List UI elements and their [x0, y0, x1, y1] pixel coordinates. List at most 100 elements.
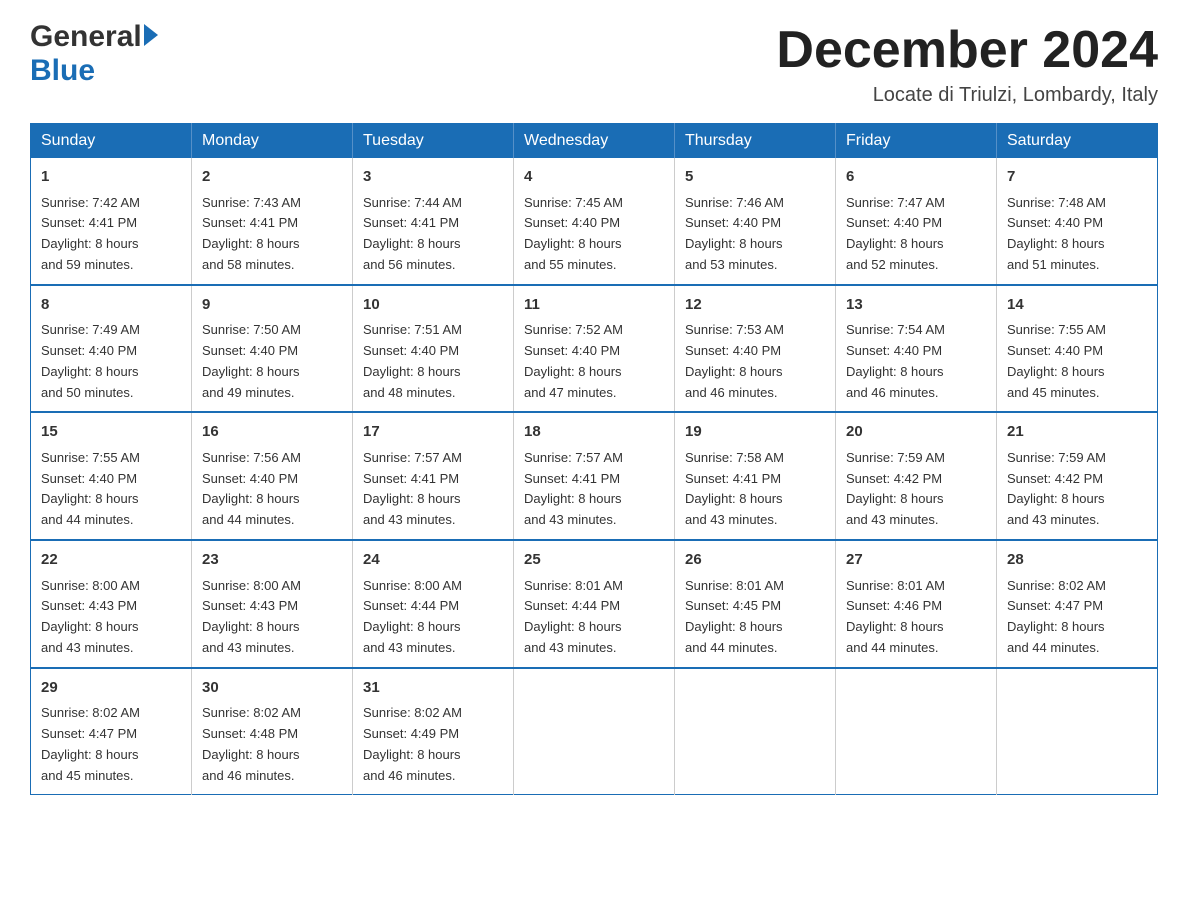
- day-info: Sunrise: 7:45 AMSunset: 4:40 PMDaylight:…: [524, 193, 664, 276]
- calendar-cell: 26Sunrise: 8:01 AMSunset: 4:45 PMDayligh…: [675, 540, 836, 668]
- day-number: 25: [524, 549, 664, 572]
- day-number: 3: [363, 166, 503, 189]
- title-section: December 2024 Locate di Triulzi, Lombard…: [776, 20, 1158, 107]
- calendar-cell: 1 Sunrise: 7:42 AMSunset: 4:41 PMDaylight…: [31, 158, 192, 285]
- calendar-cell: 21 Sunrise: 7:59 AMSunset: 4:42 PMDayligh…: [997, 412, 1158, 540]
- day-number: 29: [41, 677, 181, 700]
- calendar-week-row: 29 Sunrise: 8:02 AMSunset: 4:47 PMDayligh…: [31, 668, 1158, 795]
- calendar-week-row: 8 Sunrise: 7:49 AMSunset: 4:40 PMDaylight…: [31, 285, 1158, 413]
- day-info: Sunrise: 8:01 AMSunset: 4:46 PMDaylight:…: [846, 576, 986, 659]
- calendar-cell: 22 Sunrise: 8:00 AMSunset: 4:43 PMDayligh…: [31, 540, 192, 668]
- day-info: Sunrise: 7:57 AMSunset: 4:41 PMDaylight:…: [363, 448, 503, 531]
- day-info: Sunrise: 8:02 AMSunset: 4:48 PMDaylight:…: [202, 703, 342, 786]
- day-number: 30: [202, 677, 342, 700]
- day-number: 17: [363, 421, 503, 444]
- day-number: 7: [1007, 166, 1147, 189]
- day-info: Sunrise: 7:43 AMSunset: 4:41 PMDaylight:…: [202, 193, 342, 276]
- day-info: Sunrise: 7:49 AMSunset: 4:40 PMDaylight:…: [41, 320, 181, 403]
- calendar-table: SundayMondayTuesdayWednesdayThursdayFrid…: [30, 123, 1158, 795]
- logo-general-text: General: [30, 20, 142, 54]
- day-number: 28: [1007, 549, 1147, 572]
- calendar-cell: 27 Sunrise: 8:01 AMSunset: 4:46 PMDayligh…: [836, 540, 997, 668]
- day-number: 22: [41, 549, 181, 572]
- calendar-cell: 4 Sunrise: 7:45 AMSunset: 4:40 PMDaylight…: [514, 158, 675, 285]
- day-info: Sunrise: 7:56 AMSunset: 4:40 PMDaylight:…: [202, 448, 342, 531]
- calendar-cell: 8 Sunrise: 7:49 AMSunset: 4:40 PMDaylight…: [31, 285, 192, 413]
- day-info: Sunrise: 7:52 AMSunset: 4:40 PMDaylight:…: [524, 320, 664, 403]
- header-saturday: Saturday: [997, 124, 1158, 159]
- day-info: Sunrise: 7:42 AMSunset: 4:41 PMDaylight:…: [41, 193, 181, 276]
- header-wednesday: Wednesday: [514, 124, 675, 159]
- logo-blue-text: Blue: [30, 54, 95, 88]
- month-title: December 2024: [776, 20, 1158, 80]
- day-info: Sunrise: 7:59 AMSunset: 4:42 PMDaylight:…: [846, 448, 986, 531]
- day-info: Sunrise: 7:50 AMSunset: 4:40 PMDaylight:…: [202, 320, 342, 403]
- logo-triangle-icon: [144, 24, 158, 46]
- day-info: Sunrise: 8:02 AMSunset: 4:47 PMDaylight:…: [1007, 576, 1147, 659]
- day-number: 23: [202, 549, 342, 572]
- calendar-week-row: 1 Sunrise: 7:42 AMSunset: 4:41 PMDaylight…: [31, 158, 1158, 285]
- calendar-cell: [514, 668, 675, 795]
- day-number: 31: [363, 677, 503, 700]
- day-info: Sunrise: 8:02 AMSunset: 4:47 PMDaylight:…: [41, 703, 181, 786]
- calendar-cell: [836, 668, 997, 795]
- calendar-cell: 15 Sunrise: 7:55 AMSunset: 4:40 PMDayligh…: [31, 412, 192, 540]
- calendar-cell: 31 Sunrise: 8:02 AMSunset: 4:49 PMDayligh…: [353, 668, 514, 795]
- day-number: 11: [524, 294, 664, 317]
- calendar-cell: 20 Sunrise: 7:59 AMSunset: 4:42 PMDayligh…: [836, 412, 997, 540]
- day-number: 9: [202, 294, 342, 317]
- day-info: Sunrise: 7:53 AMSunset: 4:40 PMDaylight:…: [685, 320, 825, 403]
- calendar-cell: 5Sunrise: 7:46 AMSunset: 4:40 PMDaylight…: [675, 158, 836, 285]
- calendar-cell: [997, 668, 1158, 795]
- day-info: Sunrise: 7:48 AMSunset: 4:40 PMDaylight:…: [1007, 193, 1147, 276]
- calendar-cell: 7 Sunrise: 7:48 AMSunset: 4:40 PMDaylight…: [997, 158, 1158, 285]
- day-info: Sunrise: 8:00 AMSunset: 4:43 PMDaylight:…: [202, 576, 342, 659]
- day-info: Sunrise: 7:55 AMSunset: 4:40 PMDaylight:…: [41, 448, 181, 531]
- day-number: 1: [41, 166, 181, 189]
- day-number: 19: [685, 421, 825, 444]
- day-number: 14: [1007, 294, 1147, 317]
- day-number: 26: [685, 549, 825, 572]
- day-number: 20: [846, 421, 986, 444]
- day-number: 2: [202, 166, 342, 189]
- calendar-cell: 6Sunrise: 7:47 AMSunset: 4:40 PMDaylight…: [836, 158, 997, 285]
- calendar-cell: 9 Sunrise: 7:50 AMSunset: 4:40 PMDaylight…: [192, 285, 353, 413]
- day-number: 15: [41, 421, 181, 444]
- location-subtitle: Locate di Triulzi, Lombardy, Italy: [776, 84, 1158, 107]
- header-sunday: Sunday: [31, 124, 192, 159]
- day-info: Sunrise: 8:00 AMSunset: 4:43 PMDaylight:…: [41, 576, 181, 659]
- day-number: 13: [846, 294, 986, 317]
- day-info: Sunrise: 7:46 AMSunset: 4:40 PMDaylight:…: [685, 193, 825, 276]
- calendar-cell: 14 Sunrise: 7:55 AMSunset: 4:40 PMDayligh…: [997, 285, 1158, 413]
- calendar-cell: 28 Sunrise: 8:02 AMSunset: 4:47 PMDayligh…: [997, 540, 1158, 668]
- day-number: 27: [846, 549, 986, 572]
- day-number: 4: [524, 166, 664, 189]
- day-number: 8: [41, 294, 181, 317]
- day-info: Sunrise: 7:59 AMSunset: 4:42 PMDaylight:…: [1007, 448, 1147, 531]
- day-info: Sunrise: 8:02 AMSunset: 4:49 PMDaylight:…: [363, 703, 503, 786]
- day-number: 21: [1007, 421, 1147, 444]
- calendar-week-row: 15 Sunrise: 7:55 AMSunset: 4:40 PMDayligh…: [31, 412, 1158, 540]
- calendar-cell: 2 Sunrise: 7:43 AMSunset: 4:41 PMDaylight…: [192, 158, 353, 285]
- day-info: Sunrise: 8:00 AMSunset: 4:44 PMDaylight:…: [363, 576, 503, 659]
- calendar-cell: 12 Sunrise: 7:53 AMSunset: 4:40 PMDayligh…: [675, 285, 836, 413]
- page-header: General Blue December 2024 Locate di Tri…: [30, 20, 1158, 107]
- calendar-cell: 23 Sunrise: 8:00 AMSunset: 4:43 PMDayligh…: [192, 540, 353, 668]
- day-info: Sunrise: 7:44 AMSunset: 4:41 PMDaylight:…: [363, 193, 503, 276]
- calendar-cell: 10Sunrise: 7:51 AMSunset: 4:40 PMDayligh…: [353, 285, 514, 413]
- day-number: 12: [685, 294, 825, 317]
- calendar-cell: 16Sunrise: 7:56 AMSunset: 4:40 PMDayligh…: [192, 412, 353, 540]
- day-info: Sunrise: 7:55 AMSunset: 4:40 PMDaylight:…: [1007, 320, 1147, 403]
- calendar-cell: 25 Sunrise: 8:01 AMSunset: 4:44 PMDayligh…: [514, 540, 675, 668]
- day-info: Sunrise: 7:51 AMSunset: 4:40 PMDaylight:…: [363, 320, 503, 403]
- calendar-cell: 18Sunrise: 7:57 AMSunset: 4:41 PMDayligh…: [514, 412, 675, 540]
- calendar-cell: 17 Sunrise: 7:57 AMSunset: 4:41 PMDayligh…: [353, 412, 514, 540]
- day-number: 6: [846, 166, 986, 189]
- calendar-cell: 24 Sunrise: 8:00 AMSunset: 4:44 PMDayligh…: [353, 540, 514, 668]
- day-number: 24: [363, 549, 503, 572]
- day-info: Sunrise: 8:01 AMSunset: 4:44 PMDaylight:…: [524, 576, 664, 659]
- day-info: Sunrise: 7:57 AMSunset: 4:41 PMDaylight:…: [524, 448, 664, 531]
- calendar-week-row: 22 Sunrise: 8:00 AMSunset: 4:43 PMDayligh…: [31, 540, 1158, 668]
- calendar-cell: 19Sunrise: 7:58 AMSunset: 4:41 PMDayligh…: [675, 412, 836, 540]
- calendar-cell: 3 Sunrise: 7:44 AMSunset: 4:41 PMDaylight…: [353, 158, 514, 285]
